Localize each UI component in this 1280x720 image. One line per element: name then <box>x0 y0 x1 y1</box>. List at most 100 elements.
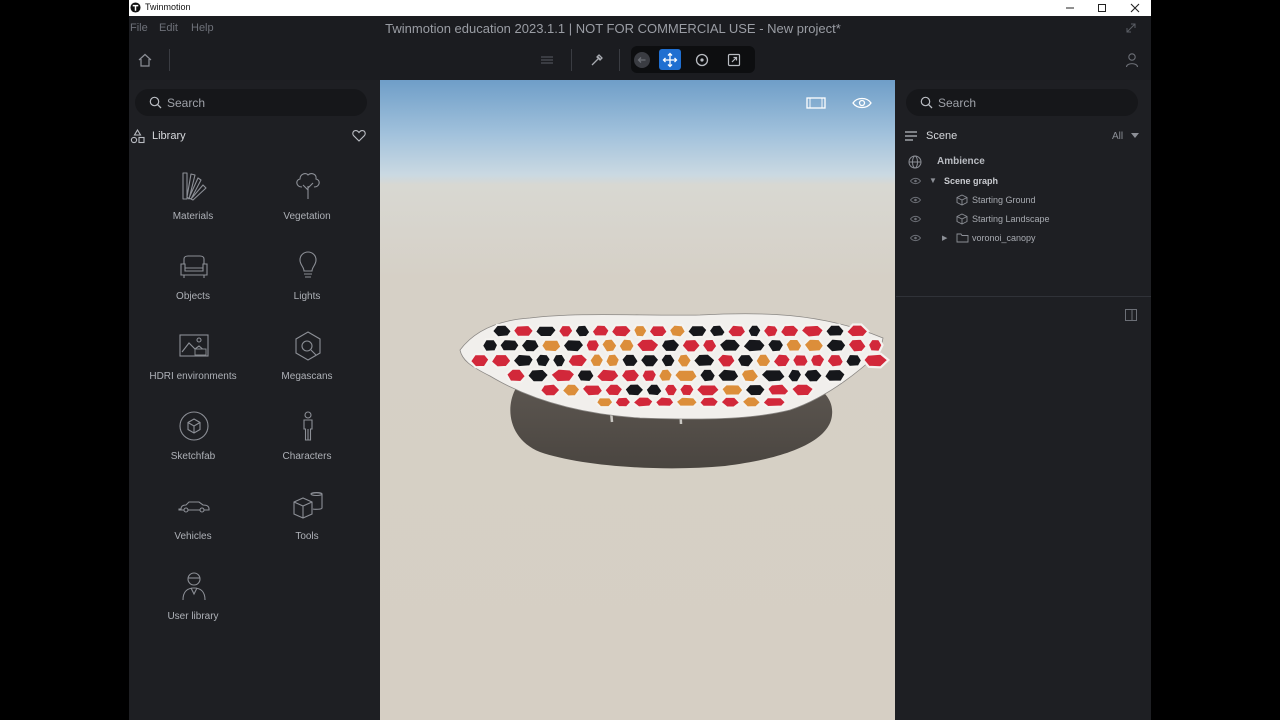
library-header: Library <box>129 128 379 146</box>
library-item-vegetation[interactable]: Vegetation <box>252 170 362 240</box>
visibility-eye-icon[interactable] <box>910 196 921 204</box>
library-item-vehicles[interactable]: Vehicles <box>138 490 248 560</box>
library-item-megascans[interactable]: Megascans <box>252 330 362 400</box>
canopy-cell <box>480 337 500 354</box>
canopy-cell <box>533 324 559 339</box>
library-item-label: Vegetation <box>283 211 331 222</box>
canopy-cell <box>584 338 602 354</box>
library-search-box[interactable] <box>135 89 367 116</box>
canopy-cell <box>823 323 847 338</box>
library-item-label: User library <box>167 611 219 622</box>
panel-divider <box>896 296 1151 297</box>
toolbar-separator <box>619 49 620 71</box>
canopy-cell <box>718 395 743 409</box>
undo-button[interactable] <box>631 49 653 70</box>
library-item-lights[interactable]: Lights <box>252 250 362 320</box>
library-item-label: Objects <box>176 291 210 302</box>
hdri-image-icon <box>179 334 209 357</box>
app-title: Twinmotion education 2023.1.1 | NOT FOR … <box>385 21 841 36</box>
toolbar-separator <box>571 49 572 71</box>
layers-icon[interactable] <box>539 53 555 67</box>
scene-filter-dropdown[interactable]: All <box>1112 131 1123 142</box>
canopy-cell <box>573 323 592 339</box>
canopy-cell <box>659 337 682 354</box>
canopy-cell <box>700 337 719 354</box>
canopy-cell <box>644 382 665 398</box>
scale-tool-button[interactable] <box>723 49 745 70</box>
canopy-cell <box>619 352 641 369</box>
rotate-tool-button[interactable] <box>691 49 713 70</box>
chevron-down-icon[interactable] <box>1130 132 1140 140</box>
tree-row-ambience[interactable]: Ambience <box>896 154 1151 170</box>
library-item-hdri-environments[interactable]: HDRI environments <box>138 330 248 400</box>
library-item-label: Megascans <box>281 371 333 382</box>
library-item-tools[interactable]: Tools <box>252 490 362 560</box>
library-item-characters[interactable]: Characters <box>252 410 362 480</box>
canopy-cell <box>808 352 827 369</box>
library-item-label: Characters <box>282 451 332 462</box>
canopy-cell <box>761 323 780 339</box>
visibility-eye-icon[interactable] <box>910 234 921 242</box>
eyedropper-picker-icon[interactable] <box>589 52 605 68</box>
move-tool-button[interactable] <box>659 49 681 70</box>
canopy-cell <box>511 323 536 338</box>
tree-row-starting-ground[interactable]: Starting Ground <box>896 193 1151 209</box>
canopy-cell <box>843 352 864 369</box>
expand-arrow-icon[interactable]: ▼ <box>929 176 937 185</box>
fullscreen-expand-icon[interactable] <box>1125 22 1137 34</box>
canopy-cell <box>677 382 697 398</box>
canopy-cell <box>533 352 553 369</box>
globe-icon <box>908 155 922 169</box>
main-toolbar <box>129 40 1151 80</box>
canopy-cell <box>617 337 636 353</box>
canopy-cell <box>739 395 763 409</box>
library-search-input[interactable] <box>167 94 357 111</box>
visibility-eye-icon[interactable] <box>910 215 921 223</box>
canopy-cell <box>825 352 846 369</box>
tree-label-voronoi-canopy: voronoi_canopy <box>972 233 1036 243</box>
minimize-button[interactable] <box>1055 0 1085 16</box>
library-item-materials[interactable]: Materials <box>138 170 248 240</box>
canopy-cell <box>588 352 606 369</box>
tree-label-starting-ground: Starting Ground <box>972 195 1036 205</box>
canopy-cell <box>525 367 551 384</box>
home-icon[interactable] <box>137 52 153 68</box>
favorites-heart-icon[interactable] <box>352 129 366 142</box>
scene-search-box[interactable] <box>906 89 1138 116</box>
library-item-label: Tools <box>295 531 319 542</box>
visibility-eye-icon[interactable] <box>852 96 872 110</box>
visibility-eye-icon[interactable] <box>910 177 921 185</box>
canopy-cell <box>667 323 688 339</box>
object-icon <box>956 194 968 206</box>
canopy-cell <box>613 395 633 409</box>
tree-row-voronoi-canopy[interactable]: ▶ voronoi_canopy <box>896 231 1151 247</box>
canopy-cell <box>539 338 563 354</box>
library-item-user-library[interactable]: User library <box>138 570 248 640</box>
back-arrow-icon <box>634 51 650 68</box>
3d-viewport[interactable] <box>380 80 895 720</box>
close-button[interactable] <box>1120 0 1150 16</box>
panel-toggle-icon[interactable] <box>1124 308 1138 322</box>
canopy-cell <box>640 368 659 384</box>
scene-panel: Scene All Ambience ▼ Scene graph <box>896 80 1151 720</box>
viewport-frame-icon[interactable] <box>806 96 826 110</box>
scene-search-input[interactable] <box>938 94 1128 111</box>
canopy-cell <box>715 367 741 383</box>
canopy-cell <box>550 352 568 369</box>
tree-row-scene-graph[interactable]: ▼ Scene graph <box>896 174 1151 190</box>
car-icon <box>178 501 210 513</box>
canopy-cell <box>861 352 891 369</box>
canopy-cell <box>725 323 748 339</box>
canopy-cell <box>746 323 763 339</box>
canopy-cell <box>631 323 649 339</box>
user-account-icon[interactable] <box>1125 52 1139 68</box>
maximize-button[interactable] <box>1087 0 1117 16</box>
library-item-objects[interactable]: Objects <box>138 250 248 320</box>
expand-arrow-icon[interactable]: ▶ <box>942 234 947 242</box>
library-item-label: Sketchfab <box>170 451 216 462</box>
library-item-sketchfab[interactable]: Sketchfab <box>138 410 248 480</box>
canopy-cell <box>778 323 801 339</box>
tree-row-starting-landscape[interactable]: Starting Landscape <box>896 212 1151 228</box>
close-icon <box>1130 3 1140 13</box>
library-item-label: Materials <box>172 211 214 222</box>
